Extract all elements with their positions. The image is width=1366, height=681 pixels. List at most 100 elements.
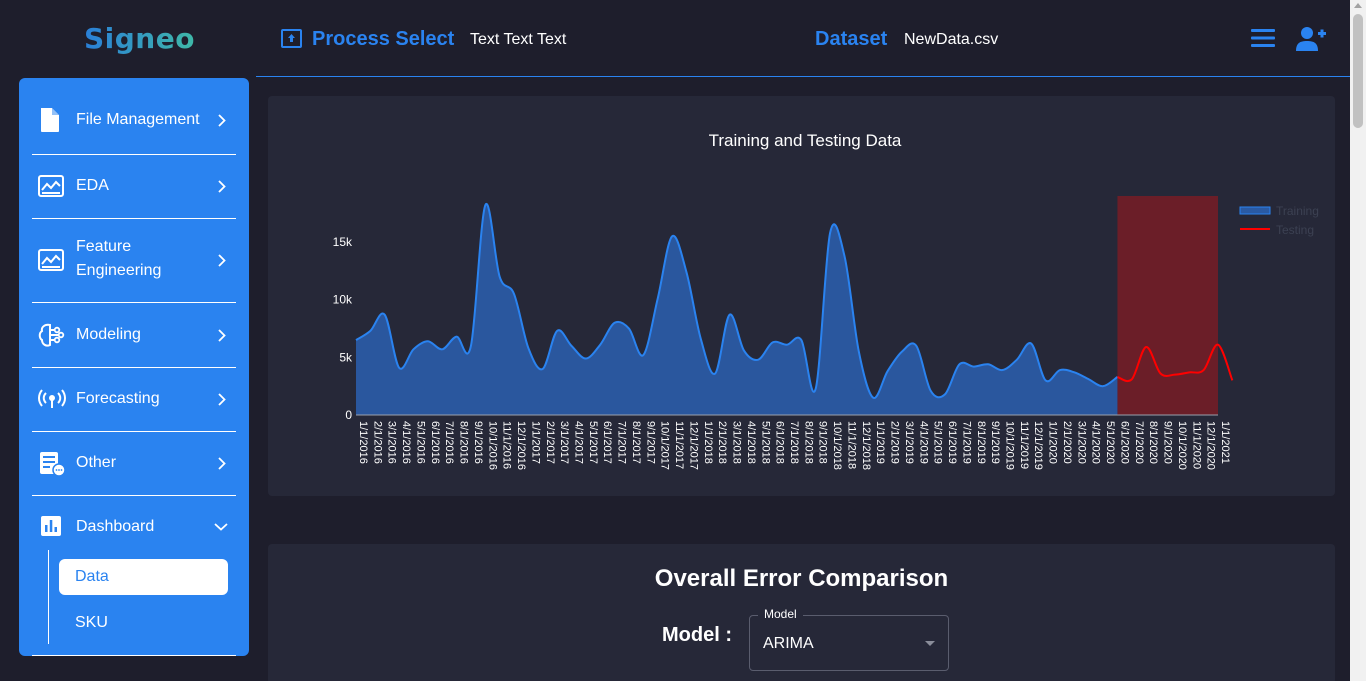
process-select-value: Text Text Text: [470, 31, 567, 48]
legend-testing-label: Testing: [1276, 223, 1314, 237]
sidebar-item-file-management[interactable]: File Management: [32, 78, 236, 155]
app-logo: Signeo: [84, 22, 195, 55]
sidebar-item-eda[interactable]: EDA: [32, 155, 236, 219]
x-tick-label: 3/1/2018: [731, 421, 743, 464]
x-tick-label: 11/1/2016: [501, 421, 513, 469]
x-tick-label: 12/1/2019: [1032, 421, 1044, 470]
file-icon: [41, 108, 59, 132]
chart-image-icon: [38, 175, 64, 197]
subnav-item-data[interactable]: Data: [59, 559, 228, 595]
sidebar: File Management EDA Feature Engineering …: [19, 78, 249, 656]
x-tick-label: 8/1/2016: [458, 421, 470, 464]
page-scrollbar[interactable]: [1350, 0, 1366, 681]
x-tick-label: 5/1/2018: [759, 421, 771, 464]
x-tick-label: 5/1/2016: [414, 421, 426, 464]
sidebar-item-label: Forecasting: [76, 390, 160, 407]
x-tick-label: 12/1/2020: [1205, 421, 1217, 470]
x-tick-label: 10/1/2019: [1004, 421, 1016, 470]
error-comparison-card: Overall Error Comparison Model : Model A…: [268, 544, 1335, 681]
y-tick-label: 10k: [333, 293, 353, 307]
upload-icon[interactable]: [281, 29, 302, 48]
x-tick-label: 8/1/2019: [975, 421, 987, 464]
sidebar-item-label: File Management: [76, 111, 200, 128]
x-tick-label: 4/1/2020: [1090, 421, 1102, 464]
x-tick-label: 3/1/2016: [386, 421, 398, 464]
dataset-filename: NewData.csv: [904, 31, 999, 48]
x-tick-label: 11/1/2018: [845, 421, 857, 469]
x-tick-label: 12/1/2017: [687, 421, 699, 470]
x-tick-label: 2/1/2020: [1061, 421, 1073, 464]
x-tick-label: 7/1/2017: [616, 421, 628, 464]
x-tick-label: 2/1/2019: [889, 421, 901, 464]
sidebar-item-label: Dashboard: [76, 518, 155, 535]
x-tick-label: 1/1/2020: [1047, 421, 1059, 464]
chevron-right-icon: [218, 393, 226, 406]
x-tick-label: 6/1/2017: [601, 421, 613, 464]
y-tick-label: 15k: [333, 235, 353, 249]
x-tick-label: 8/1/2018: [802, 421, 814, 464]
top-header: Process Select Text Text Text Dataset Ne…: [256, 0, 1350, 77]
x-tick-label: 10/1/2020: [1176, 421, 1188, 470]
x-tick-label: 6/1/2016: [429, 421, 441, 464]
brain-icon: [38, 323, 65, 347]
sidebar-item-label: Feature Engineering: [76, 238, 162, 279]
chevron-right-icon: [218, 329, 226, 342]
sidebar-item-feature-engineering[interactable]: Feature Engineering: [32, 219, 236, 303]
document-chat-icon: [40, 452, 66, 477]
training-testing-chart: Training and Testing Data 0 5k 10k 15k 1/1/20…: [333, 131, 1319, 470]
x-tick-label: 5/1/2019: [932, 421, 944, 464]
x-tick-label: 10/1/2016: [486, 421, 498, 470]
chevron-right-icon: [218, 254, 226, 267]
x-tick-label: 7/1/2020: [1133, 421, 1145, 464]
x-tick-label: 9/1/2019: [989, 421, 1001, 464]
sidebar-item-forecasting[interactable]: Forecasting: [32, 368, 236, 432]
x-tick-label: 4/1/2018: [745, 421, 757, 464]
chart-image-icon: [38, 249, 64, 271]
x-tick-label: 6/1/2020: [1118, 421, 1130, 464]
broadcast-icon: [38, 389, 66, 408]
sidebar-item-other[interactable]: Other: [32, 432, 236, 496]
training-testing-chart-card: Training and Testing Data 0 5k 10k 15k 1/1/20…: [268, 96, 1335, 496]
chevron-right-icon: [218, 180, 226, 193]
scroll-up-arrow-icon[interactable]: [1354, 3, 1362, 8]
dataset-title: Dataset: [815, 28, 888, 50]
x-tick-label: 3/1/2020: [1075, 421, 1087, 464]
x-tick-label: 1/1/2016: [357, 421, 369, 464]
subnav-divider: [48, 550, 49, 644]
sidebar-item-label: Other: [76, 454, 117, 471]
x-tick-label: 7/1/2016: [443, 421, 455, 464]
x-tick-label: 6/1/2019: [946, 421, 958, 464]
y-tick-label: 5k: [339, 350, 353, 364]
x-tick-label: 5/1/2020: [1104, 421, 1116, 464]
sidebar-divider: [32, 655, 236, 656]
process-select-title[interactable]: Process Select: [312, 28, 454, 51]
model-select-value: ARIMA: [763, 635, 814, 652]
x-tick-label: 9/1/2016: [472, 421, 484, 464]
x-tick-label: 4/1/2017: [573, 421, 585, 464]
scrollbar-thumb[interactable]: [1353, 14, 1363, 128]
legend-training-swatch: [1239, 206, 1271, 215]
x-tick-label: 1/1/2019: [874, 421, 886, 464]
legend-training-label: Training: [1276, 204, 1319, 218]
chevron-right-icon: [218, 457, 226, 470]
x-tick-label: 8/1/2020: [1147, 421, 1159, 464]
chart-title: Training and Testing Data: [709, 131, 902, 150]
x-tick-label: 2/1/2016: [371, 421, 383, 464]
x-tick-label: 1/1/2017: [529, 421, 541, 464]
x-tick-label: 3/1/2017: [558, 421, 570, 464]
add-user-icon[interactable]: [1295, 26, 1327, 52]
model-select[interactable]: Model ARIMA: [749, 607, 949, 671]
x-tick-label: 9/1/2020: [1162, 421, 1174, 464]
x-tick-label: 11/1/2017: [673, 421, 685, 469]
sidebar-item-label: EDA: [76, 177, 109, 194]
subnav-item-sku[interactable]: SKU: [75, 614, 108, 632]
x-tick-label: 11/1/2019: [1018, 421, 1030, 469]
hamburger-menu-icon[interactable]: [1250, 28, 1276, 48]
error-comparison-title: Overall Error Comparison: [654, 565, 949, 592]
x-tick-label: 7/1/2018: [788, 421, 800, 464]
x-tick-label: 11/1/2020: [1190, 421, 1202, 469]
x-tick-label: 2/1/2018: [716, 421, 728, 464]
x-tick-label: 1/1/2018: [702, 421, 714, 464]
x-tick-label: 5/1/2017: [587, 421, 599, 464]
sidebar-item-modeling[interactable]: Modeling: [32, 303, 236, 368]
